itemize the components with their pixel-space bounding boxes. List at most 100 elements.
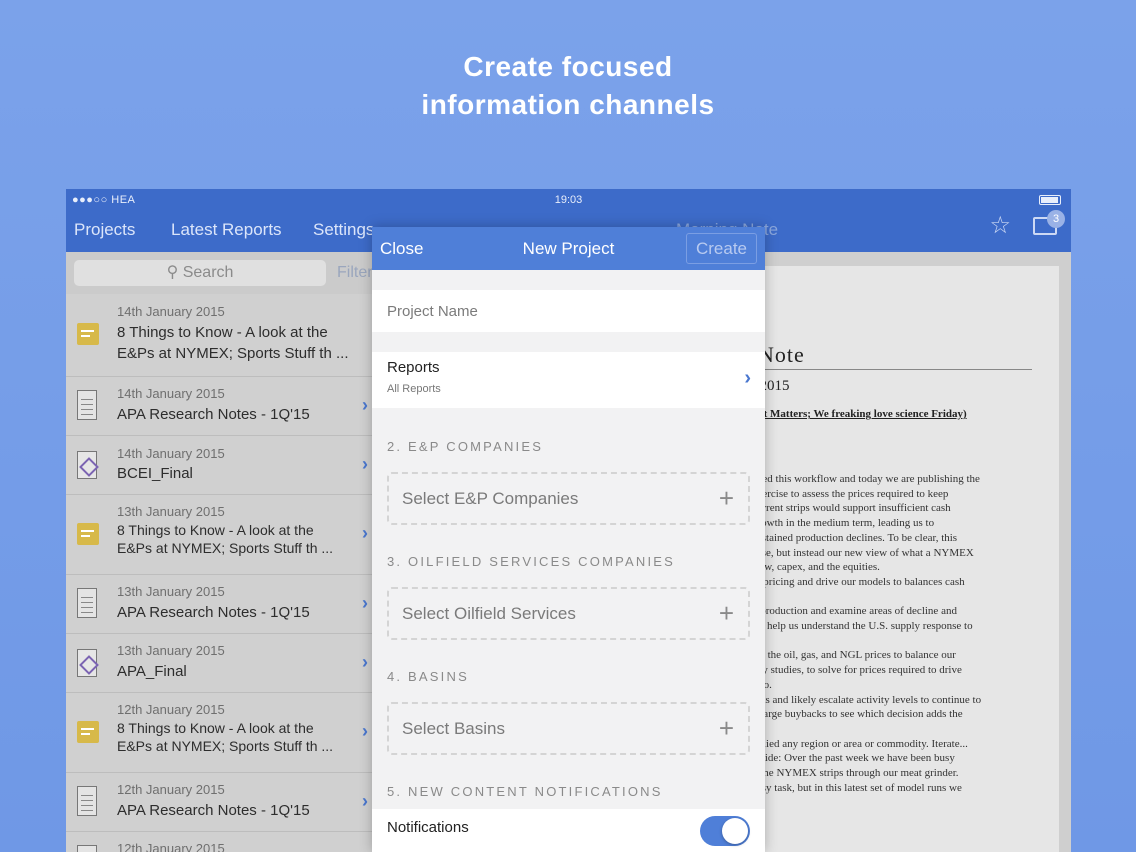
item-date: 14th January 2015 [117, 304, 225, 319]
list-item[interactable]: 14th January 2015 8 Things to Know - A l… [66, 294, 372, 377]
chevron-right-icon: › [362, 652, 368, 672]
notifications-label: Notifications [387, 819, 469, 836]
cube-document-icon [77, 451, 97, 479]
project-name-row [372, 290, 765, 332]
tab-projects[interactable]: Projects [74, 217, 135, 243]
notifications-row: Notifications [372, 809, 765, 852]
ipad-screen: ●●●○○ HEA 19:03 Projects Latest Reports … [66, 189, 1071, 852]
document-line: easy task, but in this latest set of mod… [752, 781, 962, 794]
chevron-right-icon: › [744, 367, 751, 389]
document-line: pplied any region or area or commodity. … [752, 737, 968, 750]
section-oilfield-services: 3. OILFIELD SERVICES COMPANIES [387, 554, 676, 569]
document-line: case, but instead our new view of what a… [752, 546, 974, 559]
document-line: flow, capex, and the equities. [752, 561, 880, 574]
document-line: ip pricing and drive our models to balan… [752, 575, 965, 588]
document-icon [77, 845, 97, 852]
filter-button[interactable]: Filter [337, 260, 373, 286]
chevron-right-icon: › [362, 523, 368, 543]
document-icon [77, 588, 97, 618]
search-icon: ⚲ [166, 264, 183, 281]
section-notifications: 5. NEW CONTENT NOTIFICATIONS [387, 784, 663, 799]
star-icon[interactable]: ☆ [989, 213, 1011, 239]
project-name-input[interactable] [387, 290, 747, 332]
list-item[interactable]: 12th January 2015 [66, 832, 372, 852]
document-line: ario. [752, 678, 1032, 693]
list-item[interactable]: 14th January 2015 BCEI_Final › [66, 436, 372, 495]
list-item[interactable]: 13th January 2015 APA_Final › [66, 634, 372, 693]
document-page: Note , 2015 hat Matters; We freaking lov… [752, 266, 1059, 852]
search-row: ⚲ Search Filter [66, 252, 373, 294]
item-title: APA Research Notes - 1Q'15 [117, 604, 310, 621]
heading-divider [752, 369, 1032, 370]
search-input[interactable]: ⚲ Search [74, 260, 326, 286]
select-basins-button[interactable]: Select Basins + [387, 702, 750, 755]
item-date: 12th January 2015 [117, 782, 225, 797]
select-ep-companies-button[interactable]: Select E&P Companies + [387, 472, 750, 525]
document-line: icks and likely escalate activity levels… [752, 693, 982, 706]
search-placeholder: Search [182, 264, 234, 281]
document-line: ched this workflow and today we are publ… [752, 473, 980, 485]
list-item[interactable]: 14th January 2015 APA Research Notes - 1… [66, 377, 372, 436]
document-icon [77, 390, 97, 420]
tab-latest-reports[interactable]: Latest Reports [171, 217, 282, 243]
document-line: n the NYMEX strips through our meat grin… [752, 767, 959, 780]
chevron-right-icon: › [362, 721, 368, 741]
document-subtitle: hat Matters; We freaking love science Fr… [752, 408, 967, 420]
report-list-pane: ⚲ Search Filter 14th January 2015 8 Thin… [66, 252, 373, 852]
item-date: 13th January 2015 [117, 584, 225, 599]
list-item[interactable]: 12th January 2015 8 Things to Know - A l… [66, 693, 372, 773]
status-bar: ●●●○○ HEA 19:03 [66, 189, 1071, 211]
picker-label: Select E&P Companies [402, 489, 579, 508]
headline: Create focused information channels [0, 48, 1136, 124]
document-line: sustained production declines. To be cle… [752, 531, 958, 544]
plus-icon: + [718, 598, 734, 628]
modal-header: Close New Project Create [372, 227, 765, 270]
create-button[interactable]: Create [685, 233, 757, 264]
document-line: psiide: Over the past week we have been … [752, 752, 955, 765]
headline-line-1: Create focused [463, 51, 673, 82]
note-icon [77, 721, 99, 743]
document-line: g large buybacks to see which decision a… [752, 708, 963, 721]
picker-label: Select Oilfield Services [402, 604, 576, 623]
reports-row[interactable]: Reports All Reports › [372, 352, 765, 408]
document-icon [77, 786, 97, 816]
list-item[interactable]: 12th January 2015 APA Research Notes - 1… [66, 773, 372, 832]
document-heading: Note [758, 342, 805, 367]
list-item[interactable]: 13th January 2015 8 Things to Know - A l… [66, 495, 372, 575]
headline-line-2: information channels [421, 89, 715, 120]
battery-icon [1039, 195, 1061, 205]
list-item[interactable]: 13th January 2015 APA Research Notes - 1… [66, 575, 372, 634]
status-time: 19:03 [554, 194, 583, 206]
document-line: els help us understand the U.S. supply r… [752, 620, 973, 633]
select-oilfield-services-button[interactable]: Select Oilfield Services + [387, 587, 750, 640]
new-project-modal: Close New Project Create Reports All Rep… [372, 227, 765, 852]
notifications-toggle[interactable] [700, 816, 750, 846]
document-line: current strips would support insufficien… [752, 502, 951, 515]
section-basins: 4. BASINS [387, 669, 469, 684]
document-body: ched this workflow and today we are publ… [752, 472, 1032, 795]
item-title: 8 Things to Know - A look at the E&Ps at… [117, 324, 349, 362]
section-ep-companies: 2. E&P COMPANIES [387, 439, 544, 454]
document-line: n production and examine areas of declin… [752, 605, 957, 618]
item-title: APA_Final [117, 663, 187, 680]
chevron-right-icon: › [362, 791, 368, 811]
report-list: 14th January 2015 8 Things to Know - A l… [66, 294, 372, 852]
document-line: exercise to assess the prices required t… [752, 487, 949, 500]
item-title: APA Research Notes - 1Q'15 [117, 406, 310, 423]
item-title: BCEI_Final [117, 465, 193, 482]
picker-label: Select Basins [402, 719, 505, 738]
item-title: APA Research Notes - 1Q'15 [117, 802, 310, 819]
item-title: 8 Things to Know - A look at the E&Ps at… [117, 720, 334, 754]
folder-count-badge: 3 [1047, 210, 1065, 228]
item-date: 12th January 2015 [117, 702, 225, 717]
chevron-right-icon: › [362, 593, 368, 613]
reports-label: Reports [387, 359, 440, 376]
item-date: 12th January 2015 [117, 841, 225, 852]
plus-icon: + [718, 483, 734, 513]
item-date: 13th January 2015 [117, 643, 225, 658]
tab-settings[interactable]: Settings [313, 217, 374, 243]
note-icon [77, 323, 99, 345]
